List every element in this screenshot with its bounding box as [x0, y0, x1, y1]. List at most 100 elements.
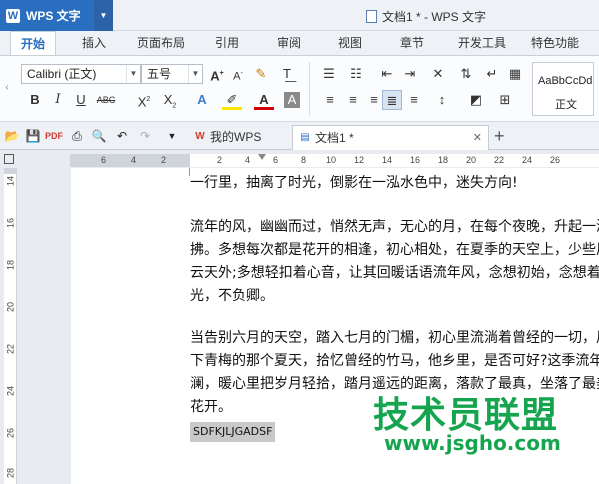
selected-text[interactable]: SDFKJLJGADSF: [190, 422, 276, 442]
app-menu-button[interactable]: W WPS 文字 ▼: [0, 0, 113, 31]
text-line: 流年的风，幽幽而过，悄然无声，无心的月，在每个夜晚，升起一泓: [190, 219, 599, 235]
customize-toolbar-icon[interactable]: ▼: [163, 127, 181, 145]
table-icon[interactable]: ▦: [505, 64, 525, 84]
ribbon-separator: [309, 62, 310, 116]
ruler-number: 8: [301, 155, 307, 165]
style-preview: AaBbCcDd: [538, 75, 593, 87]
text-effect-button[interactable]: A: [192, 90, 212, 110]
ruler-number: 22: [494, 155, 505, 165]
chevron-down-icon[interactable]: ▼: [94, 0, 113, 31]
style-name: 正文: [555, 99, 577, 111]
ribbon-home: ‹ Calibri (正文) ▼ 五号 ▼ A+ A- ✎ T͟ B I U A…: [0, 55, 599, 122]
quick-access-bar: 📂 💾 PDF ⎙ 🔍 ↶ ↷ ▼ W 我的WPS ▤ 文档1 * ✕ +: [0, 122, 599, 150]
ruler-number: 16: [410, 155, 421, 165]
character-shading-button[interactable]: A: [284, 92, 300, 108]
increase-indent-icon[interactable]: ⇥: [400, 64, 420, 84]
font-name-value: Calibri (正文): [27, 67, 97, 81]
tab-my-wps-label: 我的WPS: [210, 130, 262, 144]
align-center-icon[interactable]: ≡: [343, 90, 363, 110]
new-tab-icon[interactable]: +: [494, 126, 505, 146]
document-icon: ▤: [300, 132, 310, 143]
print-icon[interactable]: ⎙: [68, 127, 86, 145]
align-right-icon[interactable]: ≡: [364, 90, 384, 110]
justify-icon[interactable]: ≣: [382, 90, 402, 110]
window-title-text: 文档1 * - WPS 文字: [382, 10, 487, 24]
ruler-number: 10: [326, 155, 337, 165]
shading-icon[interactable]: ◩: [466, 90, 486, 110]
borders-icon[interactable]: ⊞: [495, 90, 515, 110]
ruler-number: 6: [273, 155, 279, 165]
ribbon-scroll-left-icon[interactable]: ‹: [2, 82, 12, 98]
align-left-icon[interactable]: ≡: [320, 90, 340, 110]
shrink-font-button[interactable]: A-: [228, 64, 248, 84]
window-title: 文档1 * - WPS 文字: [366, 8, 486, 25]
tab-stop-icon: [4, 154, 14, 164]
print-preview-icon[interactable]: 🔍: [90, 127, 108, 145]
tab-sections[interactable]: 章节: [392, 31, 432, 55]
ruler-number: 24: [522, 155, 533, 165]
ruler-number: 14: [5, 176, 16, 187]
font-size-select[interactable]: 五号 ▼: [141, 64, 203, 84]
tab-review[interactable]: 审阅: [269, 31, 309, 55]
ruler-number: 16: [5, 218, 16, 229]
wps-writer-window: W WPS 文字 ▼ 文档1 * - WPS 文字 开始 插入 页面布局 引用 …: [0, 0, 599, 484]
chinese-layout-icon[interactable]: ✕: [428, 64, 448, 84]
ruler-text-area: [190, 154, 599, 167]
tab-page-layout[interactable]: 页面布局: [131, 31, 191, 55]
open-folder-icon[interactable]: 📂: [3, 127, 21, 145]
ruler-number: 24: [5, 386, 16, 397]
horizontal-ruler[interactable]: 6 4 2 2 4 6 8 10 12 14 16 18 20 22 24 26: [70, 154, 599, 167]
ruler-number: 28: [5, 468, 16, 479]
export-pdf-icon[interactable]: PDF: [45, 127, 63, 145]
subscript-button[interactable]: X2: [160, 90, 180, 110]
chevron-down-icon: ▼: [126, 65, 140, 83]
line-spacing-icon[interactable]: ↕: [432, 90, 452, 110]
chevron-down-icon: ▼: [188, 65, 202, 83]
decrease-indent-icon[interactable]: ⇤: [377, 64, 397, 84]
tab-developer[interactable]: 开发工具: [452, 31, 512, 55]
text-line: 下青梅的那个夏天，拾忆曾经的竹马，他乡里，是否可好?这季流年: [190, 353, 599, 369]
grow-font-button[interactable]: A+: [207, 64, 227, 84]
superscript-button[interactable]: X2: [134, 90, 154, 110]
tab-special-features[interactable]: 特色功能: [524, 31, 586, 55]
close-icon[interactable]: ✕: [473, 126, 482, 150]
ruler-number: 4: [245, 155, 251, 165]
font-color-icon[interactable]: A: [254, 90, 274, 110]
vertical-ruler[interactable]: 14 16 18 20 22 24 26 28: [4, 168, 17, 484]
ruler-number: 2: [217, 155, 223, 165]
sort-icon[interactable]: ⇅: [456, 64, 476, 84]
distributed-align-icon[interactable]: ≡: [404, 90, 424, 110]
wps-logo-icon: W: [195, 131, 205, 142]
bold-button[interactable]: B: [25, 90, 45, 110]
tab-insert[interactable]: 插入: [72, 31, 116, 55]
tab-view[interactable]: 视图: [330, 31, 370, 55]
ruler-number: 22: [5, 344, 16, 355]
ruler-number: 6: [101, 155, 107, 165]
phonetic-guide-button[interactable]: T͟: [277, 64, 297, 84]
undo-icon[interactable]: ↶: [113, 127, 131, 145]
title-bar: W WPS 文字 ▼ 文档1 * - WPS 文字: [0, 0, 599, 31]
ruler-number: 18: [438, 155, 449, 165]
first-line-indent-marker[interactable]: [258, 154, 266, 160]
save-icon[interactable]: 💾: [24, 127, 42, 145]
bullet-list-icon[interactable]: ☰: [319, 64, 339, 84]
highlight-color-icon[interactable]: ✐: [222, 90, 242, 110]
tab-my-wps[interactable]: W 我的WPS: [188, 125, 285, 150]
ruler-tab-selector[interactable]: [0, 150, 18, 168]
tab-document1[interactable]: ▤ 文档1 * ✕: [292, 125, 489, 150]
numbered-list-icon[interactable]: ☷: [346, 64, 366, 84]
underline-button[interactable]: U: [71, 90, 91, 110]
text-line: 拂。多想每次都是花开的相逢，初心相处，在夏季的天空上，少些风: [190, 242, 599, 258]
italic-button[interactable]: I: [48, 90, 68, 110]
strikethrough-button[interactable]: ABC: [96, 90, 116, 110]
font-name-select[interactable]: Calibri (正文) ▼: [21, 64, 141, 84]
ruler-number: 2: [161, 155, 167, 165]
show-hide-marks-icon[interactable]: ↵: [482, 64, 502, 84]
redo-icon[interactable]: ↷: [136, 127, 154, 145]
tab-home[interactable]: 开始: [10, 31, 56, 55]
style-gallery-item[interactable]: AaBbCcDd 正文: [532, 62, 594, 116]
wps-logo-icon: W: [6, 8, 20, 23]
tab-references[interactable]: 引用: [207, 31, 247, 55]
ruler-number: 18: [5, 260, 16, 271]
clear-format-icon[interactable]: ✎: [251, 64, 271, 84]
